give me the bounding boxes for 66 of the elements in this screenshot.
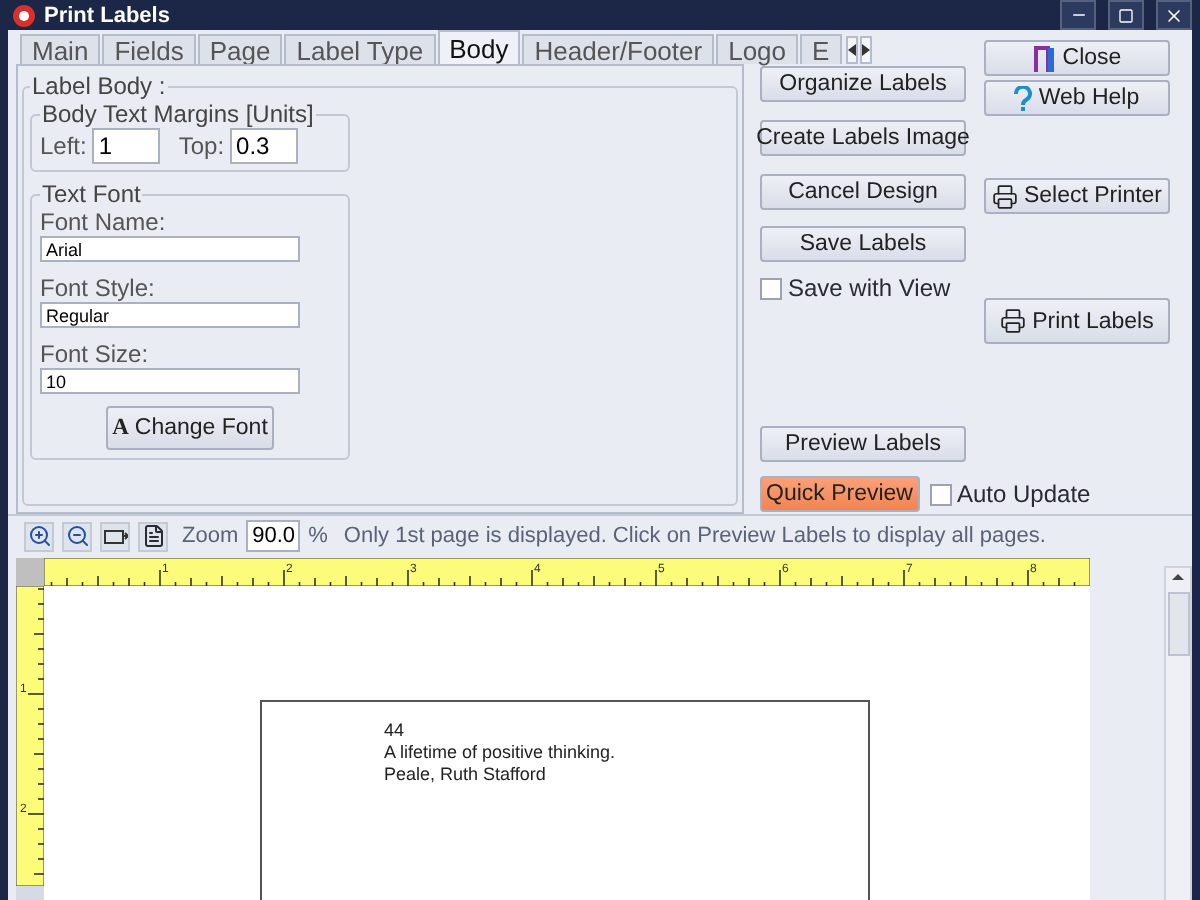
font-field[interactable]: Arial bbox=[40, 236, 300, 262]
tab[interactable]: Label Type bbox=[284, 34, 436, 64]
field-label: Top: bbox=[178, 132, 225, 160]
scroll-right-button[interactable] bbox=[859, 36, 872, 64]
tab[interactable]: Body bbox=[437, 30, 521, 64]
app-icon bbox=[12, 3, 36, 27]
left-margin-field[interactable]: 1 bbox=[92, 128, 161, 164]
action-button[interactable]: Save Labels bbox=[760, 226, 966, 262]
font-field[interactable]: Regular bbox=[40, 302, 300, 328]
field-label: Font Style: bbox=[40, 274, 157, 302]
label-text: A lifetime of positive thinking. bbox=[384, 742, 618, 764]
scroll-left-button[interactable] bbox=[845, 36, 858, 64]
tab[interactable]: Logo bbox=[716, 34, 799, 64]
left-arrow-icon bbox=[847, 44, 856, 56]
field-label: Font Size: bbox=[40, 340, 151, 368]
tab[interactable]: Page bbox=[197, 34, 283, 64]
action-button[interactable]: Print Labels bbox=[984, 298, 1170, 344]
action-button[interactable]: Close bbox=[984, 40, 1170, 76]
maximize-button[interactable] bbox=[1108, 0, 1144, 30]
group-title: Body Text Margins [Units] bbox=[40, 100, 316, 128]
group-title: Text Font bbox=[40, 180, 143, 208]
label-text: 44 bbox=[384, 720, 407, 742]
tab[interactable]: Header/Footer bbox=[522, 34, 715, 64]
action-button[interactable]: Preview Labels bbox=[760, 426, 966, 462]
ruler-corner bbox=[16, 558, 44, 586]
window-title: Print Labels bbox=[44, 3, 172, 27]
action-button[interactable]: Select Printer bbox=[984, 178, 1170, 214]
zoom-field[interactable]: 90.0 bbox=[246, 520, 301, 552]
scroll-thumb[interactable] bbox=[1167, 592, 1189, 656]
quick-preview-button[interactable]: Quick Preview bbox=[760, 476, 919, 512]
change-font-button[interactable]: A Change Font bbox=[106, 406, 274, 450]
help-icon bbox=[1014, 85, 1033, 111]
checkbox[interactable] bbox=[929, 483, 951, 505]
door-icon bbox=[1032, 44, 1057, 72]
page-width-icon[interactable] bbox=[100, 521, 130, 551]
top-margin-field[interactable]: 0.3 bbox=[230, 128, 299, 164]
printer-icon bbox=[1000, 308, 1027, 334]
label-text: Peale, Ruth Stafford bbox=[384, 764, 548, 786]
font-field[interactable]: 10 bbox=[40, 368, 300, 394]
tab[interactable]: Main bbox=[20, 34, 101, 64]
action-button[interactable]: Create Labels Image bbox=[760, 120, 966, 156]
checkbox-label: Auto Update bbox=[957, 480, 1091, 508]
zoom-label: Zoom bbox=[182, 524, 239, 548]
tab[interactable]: Fields bbox=[102, 34, 196, 64]
checkbox[interactable] bbox=[760, 277, 782, 299]
action-button[interactable]: Cancel Design bbox=[760, 174, 966, 210]
close-icon bbox=[1164, 5, 1184, 25]
zoom-out-icon[interactable] bbox=[62, 521, 92, 551]
checkbox-label: Save with View bbox=[788, 274, 951, 302]
page-icon[interactable] bbox=[138, 521, 168, 551]
printer-icon bbox=[991, 183, 1018, 209]
font-icon: A bbox=[112, 416, 129, 440]
minimize-button[interactable] bbox=[1060, 0, 1096, 30]
right-arrow-icon bbox=[861, 44, 870, 56]
tab[interactable]: E bbox=[800, 34, 842, 64]
action-button[interactable]: Organize Labels bbox=[760, 66, 966, 102]
field-label: Font Name: bbox=[40, 208, 168, 236]
close-button[interactable] bbox=[1156, 0, 1192, 30]
field-label: Left: bbox=[40, 132, 87, 160]
action-button[interactable]: Web Help bbox=[984, 80, 1170, 116]
status-message: Only 1st page is displayed. Click on Preview Labels to display all pages. bbox=[343, 524, 1046, 548]
group-title: Label Body : bbox=[30, 72, 168, 100]
scrollbar[interactable] bbox=[1164, 566, 1192, 900]
maximize-icon bbox=[1118, 7, 1134, 23]
percent-label: % bbox=[308, 524, 328, 548]
zoom-in-icon[interactable] bbox=[24, 521, 54, 551]
